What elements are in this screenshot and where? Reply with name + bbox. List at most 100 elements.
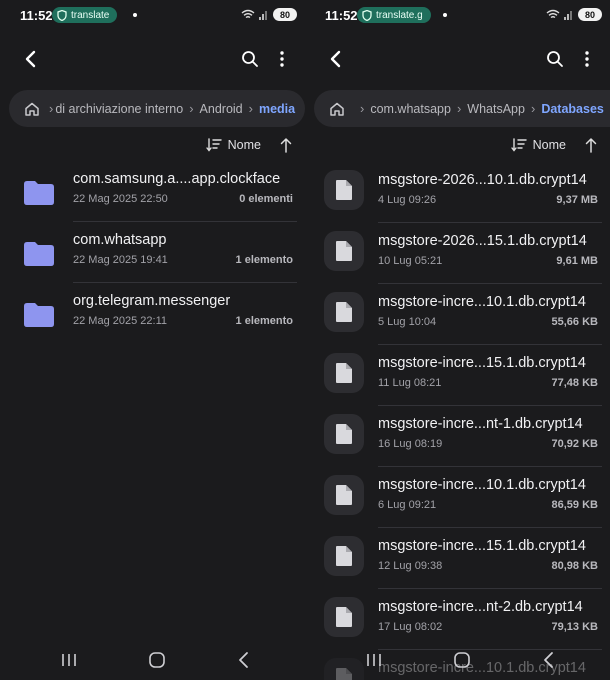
- item-name: msgstore-2026...10.1.db.crypt14: [378, 172, 587, 188]
- status-bar: 11:52 translate 80: [0, 0, 305, 30]
- item-date: 10 Lug 05:21: [378, 255, 443, 267]
- list-item[interactable]: msgstore-incre...10.1.db.crypt14 5 Lug 1…: [305, 285, 610, 345]
- status-time: 11:52: [325, 8, 358, 23]
- divider: [73, 282, 297, 283]
- item-name: msgstore-incre...15.1.db.crypt14: [378, 355, 586, 371]
- item-name: msgstore-incre...nt-2.db.crypt14: [378, 599, 583, 615]
- battery-badge: 80: [273, 8, 297, 21]
- list-item[interactable]: msgstore-2026...10.1.db.crypt14 4 Lug 09…: [305, 163, 610, 223]
- search-button[interactable]: [237, 46, 263, 72]
- breadcrumb-item[interactable]: com.whatsapp: [370, 102, 451, 116]
- item-size: 80,98 KB: [551, 560, 598, 572]
- list-item[interactable]: com.whatsapp 22 Mag 2025 19:41 1 element…: [0, 223, 305, 283]
- search-button[interactable]: [542, 46, 568, 72]
- list-item[interactable]: com.samsung.a....app.clockface 22 Mag 20…: [0, 162, 305, 222]
- sort-icon: [510, 138, 527, 152]
- file-icon: [324, 353, 364, 393]
- breadcrumb-current[interactable]: media: [259, 102, 295, 116]
- list-item[interactable]: msgstore-incre...15.1.db.crypt14 11 Lug …: [305, 346, 610, 406]
- translate-pill[interactable]: translate: [52, 7, 118, 23]
- divider: [378, 344, 602, 345]
- status-bar: 11:52 translate.g 80: [305, 0, 610, 30]
- arrow-up-icon: [585, 138, 597, 153]
- chevron-right-icon: ›: [248, 101, 253, 116]
- file-icon: [324, 292, 364, 332]
- divider: [73, 221, 297, 222]
- list-item[interactable]: msgstore-2026...15.1.db.crypt14 10 Lug 0…: [305, 224, 610, 284]
- wifi-icon: [241, 9, 255, 19]
- shield-icon: [362, 9, 372, 21]
- more-options-button[interactable]: [271, 46, 293, 72]
- divider: [378, 283, 602, 284]
- item-date: 4 Lug 09:26: [378, 194, 437, 206]
- item-name: msgstore-2026...15.1.db.crypt14: [378, 233, 587, 249]
- arrow-up-icon: [280, 138, 292, 153]
- item-name: com.whatsapp: [73, 232, 167, 248]
- item-name: com.samsung.a....app.clockface: [73, 171, 281, 187]
- item-name: org.telegram.messenger: [73, 293, 231, 309]
- signal-icon: [259, 11, 267, 20]
- item-date: 5 Lug 10:04: [378, 316, 437, 328]
- status-time: 11:52: [20, 8, 53, 23]
- home-button-icon[interactable]: [148, 651, 166, 669]
- folder-icon: [20, 174, 58, 212]
- sort-label: Nome: [532, 138, 566, 152]
- translate-pill[interactable]: translate.g: [357, 7, 431, 23]
- sort-direction-button[interactable]: [277, 136, 295, 154]
- status-icons: 80: [241, 8, 297, 21]
- list-item[interactable]: org.telegram.messenger 22 Mag 2025 22:11…: [0, 284, 305, 344]
- item-date: 22 Mag 2025 22:50: [73, 193, 168, 205]
- home-icon[interactable]: [328, 100, 346, 118]
- item-size: 9,61 MB: [556, 255, 598, 267]
- breadcrumb-item[interactable]: WhatsApp: [467, 102, 525, 116]
- item-name: msgstore-incre...15.1.db.crypt14: [378, 538, 586, 554]
- list-item[interactable]: msgstore-incre...15.1.db.crypt14 12 Lug …: [305, 529, 610, 589]
- breadcrumb-current[interactable]: Databases: [541, 102, 604, 116]
- sort-direction-button[interactable]: [582, 136, 600, 154]
- shield-icon: [57, 9, 67, 21]
- file-icon: [324, 414, 364, 454]
- list-item[interactable]: msgstore-incre...10.1.db.crypt14 6 Lug 0…: [305, 468, 610, 528]
- wifi-icon: [546, 9, 560, 19]
- arrow-back-icon: [330, 50, 341, 68]
- more-options-button[interactable]: [576, 46, 598, 72]
- more-vert-icon: [585, 51, 589, 67]
- arrow-back-icon: [25, 50, 36, 68]
- back-button[interactable]: [323, 46, 349, 72]
- list-item[interactable]: msgstore-incre...nt-1.db.crypt14 16 Lug …: [305, 407, 610, 467]
- item-name: msgstore-incre...10.1.db.crypt14: [378, 294, 586, 310]
- back-button[interactable]: [18, 46, 44, 72]
- notification-dot: [133, 13, 137, 17]
- left-screen: 11:52 translate 80 › di archiviazione in…: [0, 0, 305, 680]
- breadcrumb-item[interactable]: Android: [200, 102, 243, 116]
- item-date: 12 Lug 09:38: [378, 560, 443, 572]
- breadcrumb-item[interactable]: di archiviazione interno: [55, 102, 183, 116]
- chevron-right-icon: ›: [456, 101, 462, 116]
- sort-button[interactable]: Nome: [205, 138, 261, 152]
- item-size: 70,92 KB: [551, 438, 598, 450]
- divider: [378, 466, 602, 467]
- status-icons: 80: [546, 8, 602, 21]
- nav-back-icon[interactable]: [541, 651, 557, 669]
- item-size: 55,66 KB: [551, 316, 598, 328]
- file-icon: [324, 536, 364, 576]
- list-item[interactable]: msgstore-incre...nt-2.db.crypt14 17 Lug …: [305, 590, 610, 650]
- search-icon: [242, 51, 258, 67]
- item-size: 86,59 KB: [551, 499, 598, 511]
- nav-back-icon[interactable]: [236, 651, 252, 669]
- home-button-icon[interactable]: [453, 651, 471, 669]
- sort-button[interactable]: Nome: [510, 138, 566, 152]
- item-date: 11 Lug 08:21: [378, 377, 442, 389]
- app-bar: [305, 42, 610, 76]
- sort-icon: [205, 138, 222, 152]
- folder-icon: [20, 296, 58, 334]
- search-icon: [547, 51, 563, 67]
- sort-bar: Nome: [205, 134, 305, 156]
- recents-icon[interactable]: [60, 652, 78, 668]
- recents-icon[interactable]: [365, 652, 383, 668]
- item-size: 79,13 KB: [551, 621, 598, 633]
- file-icon: [324, 231, 364, 271]
- item-count: 0 elementi: [239, 193, 293, 205]
- home-icon[interactable]: [23, 100, 41, 118]
- item-size: 9,37 MB: [556, 194, 598, 206]
